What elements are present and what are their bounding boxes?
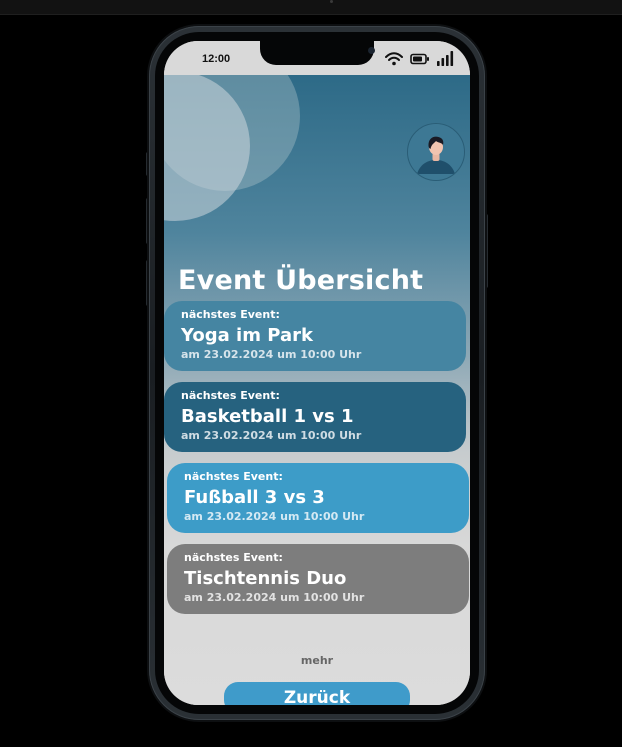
event-name: Yoga im Park	[181, 325, 313, 346]
user-avatar-icon[interactable]	[407, 123, 465, 181]
event-card-fussball[interactable]: nächstes Event: Fußball 3 vs 3 am 23.02.…	[167, 463, 469, 533]
back-button[interactable]: Zurück	[224, 682, 410, 705]
event-date: am 23.02.2024 um 10:00 Uhr	[184, 510, 365, 523]
event-label: nächstes Event:	[181, 389, 280, 402]
event-date: am 23.02.2024 um 10:00 Uhr	[181, 348, 362, 361]
event-label: nächstes Event:	[181, 308, 280, 321]
event-card-tischtennis[interactable]: nächstes Event: Tischtennis Duo am 23.02…	[167, 544, 469, 614]
page-title: Event Übersicht	[178, 265, 424, 296]
event-name: Fußball 3 vs 3	[184, 487, 325, 508]
status-icons	[385, 51, 454, 66]
phone-screen: Event Übersicht nächstes Event: Yoga im …	[164, 41, 470, 705]
status-bar: 12:00	[164, 41, 470, 75]
event-date: am 23.02.2024 um 10:00 Uhr	[184, 591, 365, 604]
avatar-illustration	[408, 124, 464, 180]
event-date: am 23.02.2024 um 10:00 Uhr	[181, 429, 362, 442]
more-link[interactable]: mehr	[164, 654, 470, 667]
front-camera	[368, 47, 375, 54]
battery-icon	[410, 53, 429, 64]
event-label: nächstes Event:	[184, 551, 283, 564]
phone-notch	[260, 41, 375, 65]
signal-icon	[437, 51, 454, 66]
event-label: nächstes Event:	[184, 470, 283, 483]
window-top-bar	[0, 0, 622, 15]
event-card-basketball[interactable]: nächstes Event: Basketball 1 vs 1 am 23.…	[164, 382, 466, 452]
event-name: Tischtennis Duo	[184, 568, 347, 589]
hero-background: Event Übersicht nächstes Event: Yoga im …	[164, 41, 470, 705]
event-card-yoga[interactable]: nächstes Event: Yoga im Park am 23.02.20…	[164, 301, 466, 371]
top-bar-indicator	[330, 0, 333, 3]
wifi-icon	[385, 51, 403, 65]
event-name: Basketball 1 vs 1	[181, 406, 354, 427]
status-time: 12:00	[202, 53, 231, 65]
